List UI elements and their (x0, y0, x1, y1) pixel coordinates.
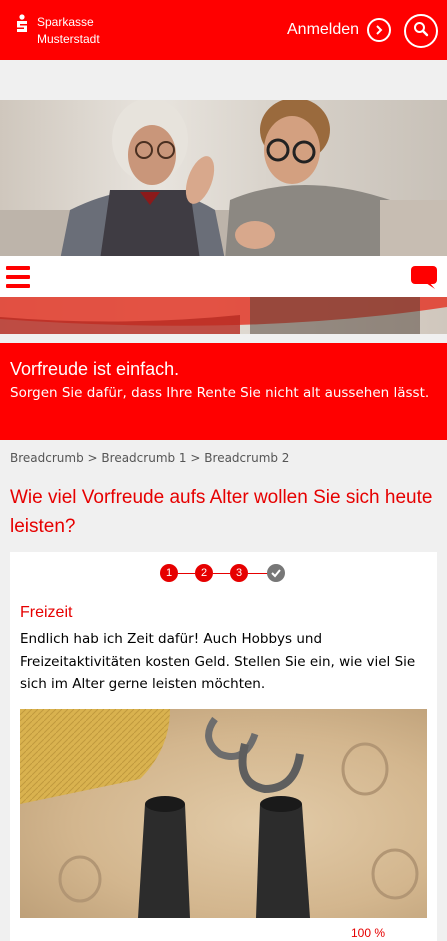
section-title: Freizeit (20, 604, 73, 621)
breadcrumb-item[interactable]: Breadcrumb 1 (101, 451, 186, 465)
step-connector (248, 573, 268, 574)
step-3[interactable]: 3 (230, 564, 248, 582)
main-navigation-bar (0, 256, 447, 297)
step-connector (213, 573, 230, 574)
section-description: Endlich hab ich Zeit dafür! Auch Hobbys … (20, 631, 416, 692)
chevron-right-icon (367, 18, 392, 42)
sparkasse-logo[interactable]: Sparkasse Musterstadt (15, 14, 125, 48)
sparkasse-s-icon (15, 14, 29, 34)
breadcrumb-separator: > (87, 451, 98, 465)
hero-banner: Vorfreude ist einfach. Sorgen Sie dafür,… (0, 343, 447, 440)
step-indicator: 1 2 3 (160, 564, 290, 584)
hamburger-menu-icon[interactable] (6, 266, 30, 288)
step-1[interactable]: 1 (160, 564, 178, 582)
search-icon (413, 21, 429, 41)
login-label: Anmelden (287, 21, 360, 38)
breadcrumb-item[interactable]: Breadcrumb 2 (204, 451, 289, 465)
banner-subtitle: Sorgen Sie dafür, dass Ihre Rente Sie ni… (10, 385, 430, 401)
wizard-card: 1 2 3 Freizeit Endlich hab ich Zeit dafü… (10, 552, 437, 941)
chat-bubble-icon[interactable] (411, 266, 437, 290)
step-2[interactable]: 2 (195, 564, 213, 582)
breadcrumb-separator: > (190, 451, 201, 465)
search-button[interactable] (404, 14, 438, 48)
step-connector (178, 573, 195, 574)
login-button[interactable]: Anmelden (287, 17, 392, 43)
brand-name: Sparkasse (37, 15, 94, 29)
hero-image-lower (0, 297, 447, 334)
breadcrumb: Breadcrumb > Breadcrumb 1 > Breadcrumb 2 (10, 451, 289, 465)
top-header: Sparkasse Musterstadt Anmelden (0, 0, 447, 60)
leisure-image (20, 709, 427, 918)
checkmark-icon[interactable] (267, 564, 285, 582)
banner-title: Vorfreude ist einfach. (10, 359, 180, 379)
breadcrumb-item[interactable]: Breadcrumb (10, 451, 84, 465)
percent-label: 100 % (351, 926, 386, 940)
brand-location: Musterstadt (37, 32, 100, 46)
page-title: Wie viel Vorfreude aufs Alter wollen Sie… (10, 487, 433, 537)
